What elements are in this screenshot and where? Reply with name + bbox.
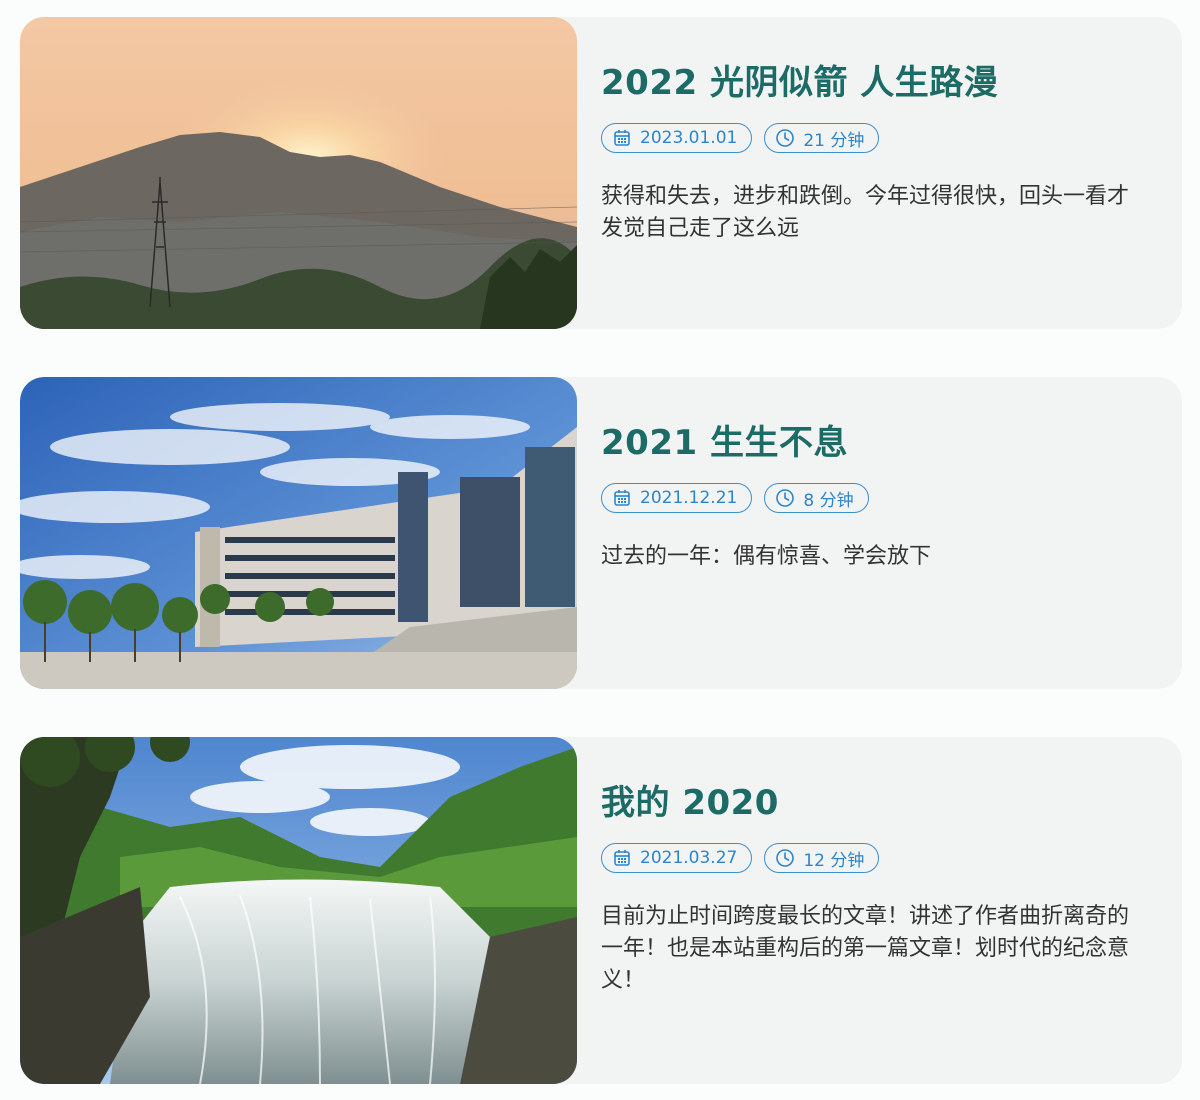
- post-thumbnail-campus-building[interactable]: [20, 377, 577, 689]
- clock-icon: [775, 128, 795, 148]
- post-card[interactable]: 2021 生生不息 2021.12.21 8 分钟 过去的一年：偶有惊喜、学会放…: [20, 377, 1182, 689]
- post-read-time-badge: 12 分钟: [764, 843, 880, 873]
- post-read-time-badge: 8 分钟: [764, 483, 869, 513]
- post-thumbnail-mountain-sunset[interactable]: [20, 17, 577, 329]
- post-info: 2022 光阴似箭 人生路漫 2023.01.01 21 分钟 获得和失去，进步…: [577, 17, 1182, 329]
- post-meta: 2021.12.21 8 分钟: [601, 483, 1142, 513]
- post-excerpt: 获得和失去，进步和跌倒。今年过得很快，回头一看才发觉自己走了这么远: [601, 184, 1130, 241]
- clock-icon: [775, 848, 795, 868]
- post-date-badge: 2021.03.27: [601, 843, 753, 873]
- post-date: 2021.03.27: [640, 848, 738, 868]
- post-meta: 2023.01.01 21 分钟: [601, 123, 1142, 153]
- waterfall-image: [20, 737, 577, 1084]
- campus-building-image: [20, 377, 577, 689]
- post-card[interactable]: 2022 光阴似箭 人生路漫 2023.01.01 21 分钟 获得和失去，进步…: [20, 17, 1182, 329]
- post-title[interactable]: 我的 2020: [601, 781, 1142, 825]
- calendar-icon: [612, 848, 632, 868]
- post-read-time: 12 分钟: [803, 850, 865, 871]
- clock-icon: [775, 488, 795, 508]
- post-title[interactable]: 2022 光阴似箭 人生路漫: [601, 61, 1142, 105]
- post-date-badge: 2023.01.01: [601, 123, 753, 153]
- post-info: 2021 生生不息 2021.12.21 8 分钟 过去的一年：偶有惊喜、学会放…: [577, 377, 1182, 689]
- calendar-icon: [612, 488, 632, 508]
- post-date: 2021.12.21: [640, 488, 738, 508]
- post-info: 我的 2020 2021.03.27 12 分钟 目前为止时间跨度最长的文章！讲…: [577, 737, 1182, 1084]
- post-read-time: 21 分钟: [803, 130, 865, 151]
- post-list: 2022 光阴似箭 人生路漫 2023.01.01 21 分钟 获得和失去，进步…: [0, 0, 1200, 1100]
- post-read-time: 8 分钟: [803, 490, 854, 511]
- post-date: 2023.01.01: [640, 128, 738, 148]
- post-excerpt: 过去的一年：偶有惊喜、学会放下: [601, 544, 932, 569]
- post-date-badge: 2021.12.21: [601, 483, 753, 513]
- post-excerpt: 目前为止时间跨度最长的文章！讲述了作者曲折离奇的一年！也是本站重构后的第一篇文章…: [601, 904, 1130, 993]
- post-thumbnail-waterfall[interactable]: [20, 737, 577, 1084]
- post-meta: 2021.03.27 12 分钟: [601, 843, 1142, 873]
- post-title[interactable]: 2021 生生不息: [601, 421, 1142, 465]
- mountain-sunset-image: [20, 17, 577, 329]
- post-card[interactable]: 我的 2020 2021.03.27 12 分钟 目前为止时间跨度最长的文章！讲…: [20, 737, 1182, 1084]
- post-read-time-badge: 21 分钟: [764, 123, 880, 153]
- calendar-icon: [612, 128, 632, 148]
